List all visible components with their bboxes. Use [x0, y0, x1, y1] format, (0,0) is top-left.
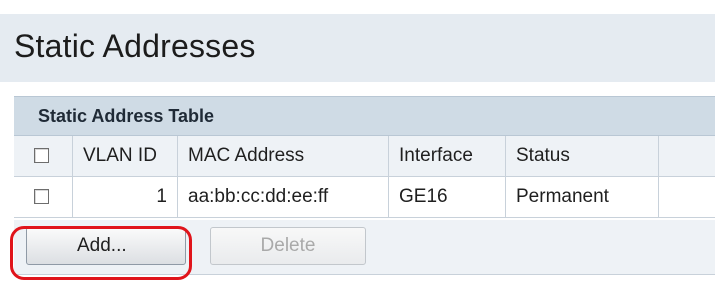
table-header-row: VLAN ID MAC Address Interface Status — [14, 136, 715, 177]
cell-vlan-id: 1 — [72, 176, 178, 218]
column-header-mac-address[interactable]: MAC Address — [177, 136, 389, 177]
column-header-vlan-id[interactable]: VLAN ID — [72, 136, 178, 177]
table-caption: Static Address Table — [38, 106, 215, 126]
select-all-cell — [14, 136, 73, 177]
cell-mac-address: aa:bb:cc:dd:ee:ff — [177, 176, 389, 218]
top-band — [0, 0, 715, 14]
column-header-interface[interactable]: Interface — [388, 136, 506, 177]
column-header-status[interactable]: Status — [505, 136, 659, 177]
cell-status: Permanent — [505, 176, 659, 218]
column-header-spacer — [658, 136, 715, 177]
select-all-checkbox[interactable] — [34, 148, 49, 164]
cell-interface: GE16 — [388, 176, 506, 218]
static-address-table: VLAN ID MAC Address Interface Status 1 a… — [14, 136, 715, 218]
table-row[interactable]: 1 aa:bb:cc:dd:ee:ff GE16 Permanent — [14, 176, 715, 218]
delete-button[interactable]: Delete — [210, 227, 366, 265]
table-caption-bar: Static Address Table — [14, 96, 715, 136]
page-title: Static Addresses — [14, 28, 256, 64]
add-button[interactable]: Add... — [26, 227, 186, 265]
row-select-checkbox[interactable] — [34, 189, 49, 205]
row-select-cell — [14, 176, 73, 218]
table-actions-bar: Add... Delete — [14, 220, 715, 275]
static-addresses-page: Static Addresses Static Address Table VL… — [0, 0, 715, 296]
cell-spacer — [658, 176, 715, 218]
